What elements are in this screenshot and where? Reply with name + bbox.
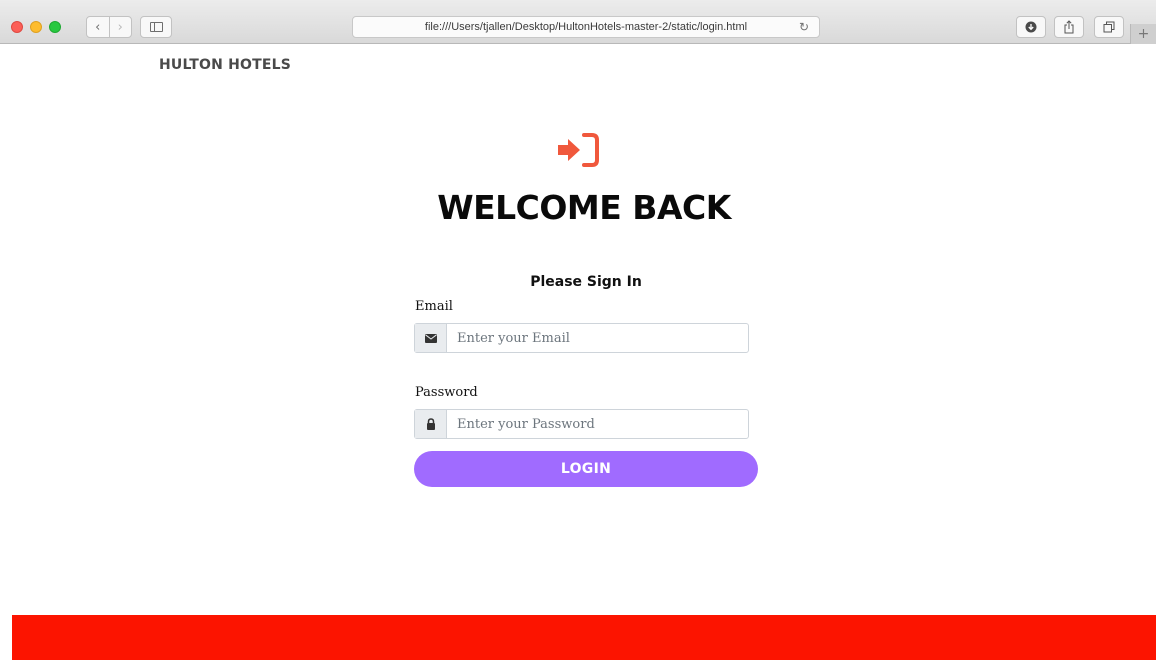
lock-icon [426,418,435,430]
downloads-button[interactable] [1016,16,1046,38]
address-bar[interactable]: file:///Users/tjallen/Desktop/HultonHote… [352,16,820,38]
brand-link[interactable]: HULTON HOTELS [159,57,291,73]
sidebar-toggle-button[interactable] [140,16,172,38]
download-icon [1025,21,1037,33]
show-tabs-button[interactable] [1094,16,1124,38]
sign-in-icon [558,133,599,167]
password-addon [415,410,447,438]
footer [12,615,1156,660]
minimize-window-button[interactable] [30,21,42,33]
share-button[interactable] [1054,16,1084,38]
browser-toolbar: ‹ › file:///Users/tjallen/Desktop/Hulton… [0,0,1156,44]
email-input[interactable] [447,324,748,352]
new-tab-icon[interactable]: + [1130,24,1156,44]
back-icon[interactable]: ‹ [87,17,110,37]
page-title: WELCOME BACK [437,188,731,227]
email-input-group [414,323,749,353]
form-subtitle: Please Sign In [530,274,642,290]
envelope-icon [424,333,437,343]
tabs-icon [1103,21,1115,33]
zoom-window-button[interactable] [49,21,61,33]
password-label: Password [415,385,478,400]
login-button[interactable]: LOGIN [414,451,758,487]
email-addon [415,324,447,352]
reload-icon[interactable]: ↻ [799,20,809,34]
email-label: Email [415,299,453,314]
sidebar-icon [150,22,163,32]
close-window-button[interactable] [11,21,23,33]
password-input-group [414,409,749,439]
forward-icon[interactable]: › [110,17,132,37]
url-text: file:///Users/tjallen/Desktop/HultonHote… [424,21,748,33]
page-content: HULTON HOTELS WELCOME BACK Please Sign I… [12,45,1156,660]
password-input[interactable] [447,410,748,438]
history-nav: ‹ › [86,16,132,38]
share-icon [1064,20,1074,34]
